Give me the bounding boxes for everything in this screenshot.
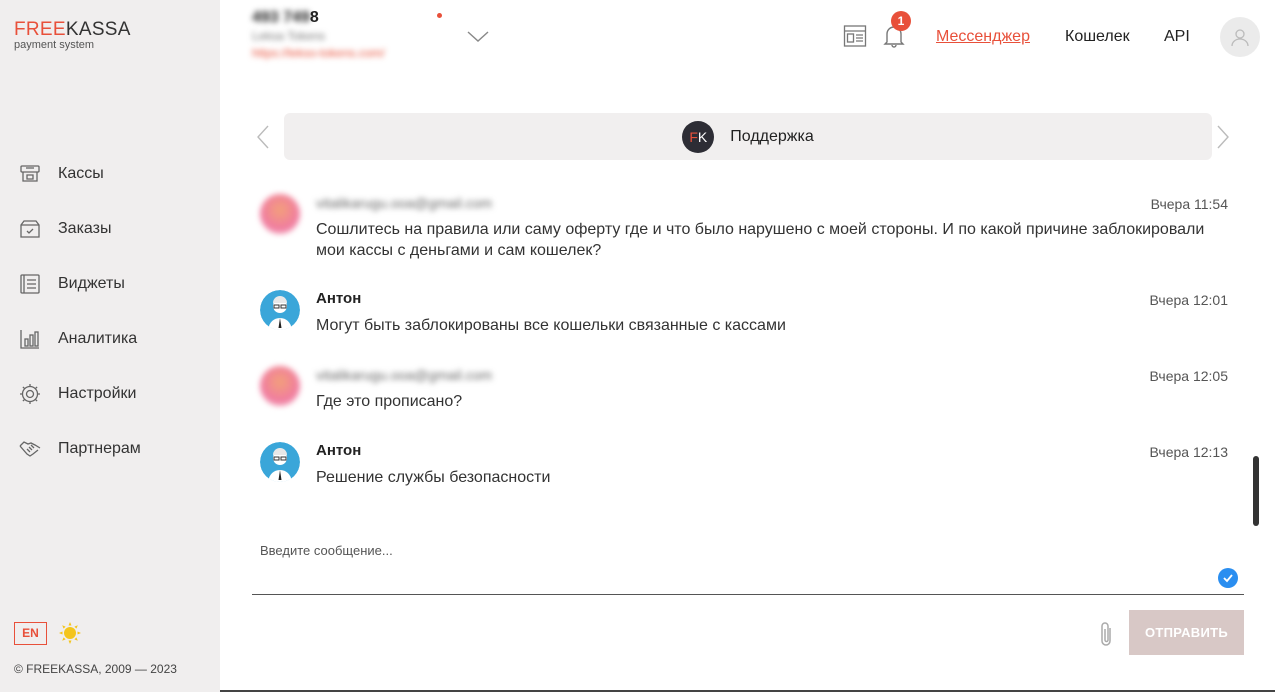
news-icon[interactable] <box>843 24 867 53</box>
message-item: Антон Вчера 12:01 Могут быть заблокирова… <box>252 290 1228 350</box>
merchant-url: https://lekso-tokens.com/ <box>252 46 385 60</box>
widgets-icon <box>18 272 42 296</box>
sidebar-item-vidzhety[interactable]: Виджеты <box>0 256 220 311</box>
sidebar-item-label: Аналитика <box>58 329 138 347</box>
user-avatar-blurred <box>260 194 300 234</box>
handshake-icon <box>18 437 42 461</box>
chat-tab-support[interactable]: FK Поддержка <box>284 113 1212 160</box>
message-item: vitalikarugu.ooa@gmail.com Вчера 12:05 Г… <box>252 366 1228 426</box>
logo-wordmark: FREEKASSA <box>14 20 131 40</box>
message-sender: Антон <box>316 442 362 459</box>
sidebar-item-label: Настройки <box>58 384 137 402</box>
agent-avatar <box>260 442 300 482</box>
support-logo: FK <box>682 120 715 153</box>
message-sender: vitalikarugu.ooa@gmail.com <box>316 195 493 211</box>
logo-brand-first: FREE <box>14 19 66 40</box>
copyright: © FREEKASSA, 2009 — 2023 <box>14 662 177 676</box>
message-sender: Антон <box>316 290 362 307</box>
agent-avatar-icon <box>260 290 300 330</box>
theme-sun-icon[interactable] <box>59 622 81 644</box>
status-dot <box>437 13 442 18</box>
message-time: Вчера 12:05 <box>1149 368 1228 384</box>
user-avatar-blurred <box>260 366 300 406</box>
message-text: Где это прописано? <box>316 393 463 410</box>
check-icon <box>1218 568 1238 588</box>
sidebar-item-nastroiki[interactable]: Настройки <box>0 366 220 421</box>
message-item: vitalikarugu.ooa@gmail.com Вчера 11:54 С… <box>252 194 1228 274</box>
sidebar-item-label: Заказы <box>58 219 112 237</box>
message-time: Вчера 11:54 <box>1150 196 1228 212</box>
gear-icon <box>18 382 42 406</box>
send-button[interactable]: ОТПРАВИТЬ <box>1129 610 1244 655</box>
message-text: Решение службы безопасности <box>316 469 551 486</box>
chevron-down-icon[interactable] <box>466 28 490 44</box>
chat-prev-arrow-icon[interactable] <box>256 124 270 155</box>
message-input-placeholder: Введите сообщение... <box>260 543 393 558</box>
nav-link-wallet[interactable]: Кошелек <box>1065 28 1130 46</box>
sidebar-item-label: Партнерам <box>58 439 141 457</box>
support-logo-k: K <box>697 128 708 145</box>
notifications-badge: 1 <box>891 11 911 31</box>
agent-avatar-icon <box>260 442 300 482</box>
sidebar: FREEKASSA payment system Кассы Заказы Ви… <box>0 0 220 692</box>
attach-paperclip-icon[interactable] <box>1096 620 1116 653</box>
nav-link-api[interactable]: API <box>1164 28 1190 46</box>
message-text: Могут быть заблокированы все кошельки св… <box>316 317 786 334</box>
merchant-selector[interactable]: 493 7498 Leksa Tokens https://lekso-toke… <box>252 8 385 62</box>
language-switch[interactable]: EN <box>14 622 47 645</box>
agent-avatar <box>260 290 300 330</box>
sidebar-item-label: Виджеты <box>58 274 125 292</box>
merchant-name: Leksa Tokens <box>252 29 326 43</box>
sidebar-item-label: Кассы <box>58 164 104 182</box>
merchant-id-hidden: 493 749 <box>252 9 310 26</box>
sidebar-item-zakazy[interactable]: Заказы <box>0 201 220 256</box>
message-text: Сошлитесь на правила или саму оферту где… <box>316 221 1205 259</box>
sidebar-nav: Кассы Заказы Виджеты Аналитика Настройки… <box>0 146 220 476</box>
support-logo-f: F <box>689 128 698 145</box>
message-item: Антон Вчера 12:13 Решение службы безопас… <box>252 442 1228 502</box>
user-avatar[interactable] <box>1220 17 1260 57</box>
logo[interactable]: FREEKASSA payment system <box>14 20 131 51</box>
merchant-id-visible: 8 <box>309 9 319 26</box>
message-input[interactable]: Введите сообщение... <box>252 530 1244 595</box>
sidebar-item-analitika[interactable]: Аналитика <box>0 311 220 366</box>
sidebar-item-kassy[interactable]: Кассы <box>0 146 220 201</box>
message-time: Вчера 12:01 <box>1149 292 1228 308</box>
chat-title: Поддержка <box>730 127 814 145</box>
merchant-id: 493 7498 <box>252 8 385 28</box>
chart-icon <box>18 327 42 351</box>
user-icon <box>1231 29 1249 47</box>
chat-next-arrow-icon[interactable] <box>1216 124 1230 155</box>
logo-brand-second: KASSA <box>65 19 131 40</box>
messages-scrollbar[interactable] <box>1253 456 1259 526</box>
message-time: Вчера 12:13 <box>1149 444 1228 460</box>
sidebar-item-partneram[interactable]: Партнерам <box>0 421 220 476</box>
box-icon <box>18 217 42 241</box>
nav-link-messenger[interactable]: Мессенджер <box>936 28 1030 46</box>
logo-tagline: payment system <box>14 39 95 51</box>
message-sender: vitalikarugu.ooa@gmail.com <box>316 367 493 383</box>
app-root: FREEKASSA payment system Кассы Заказы Ви… <box>0 0 1275 692</box>
cash-register-icon <box>18 162 42 186</box>
